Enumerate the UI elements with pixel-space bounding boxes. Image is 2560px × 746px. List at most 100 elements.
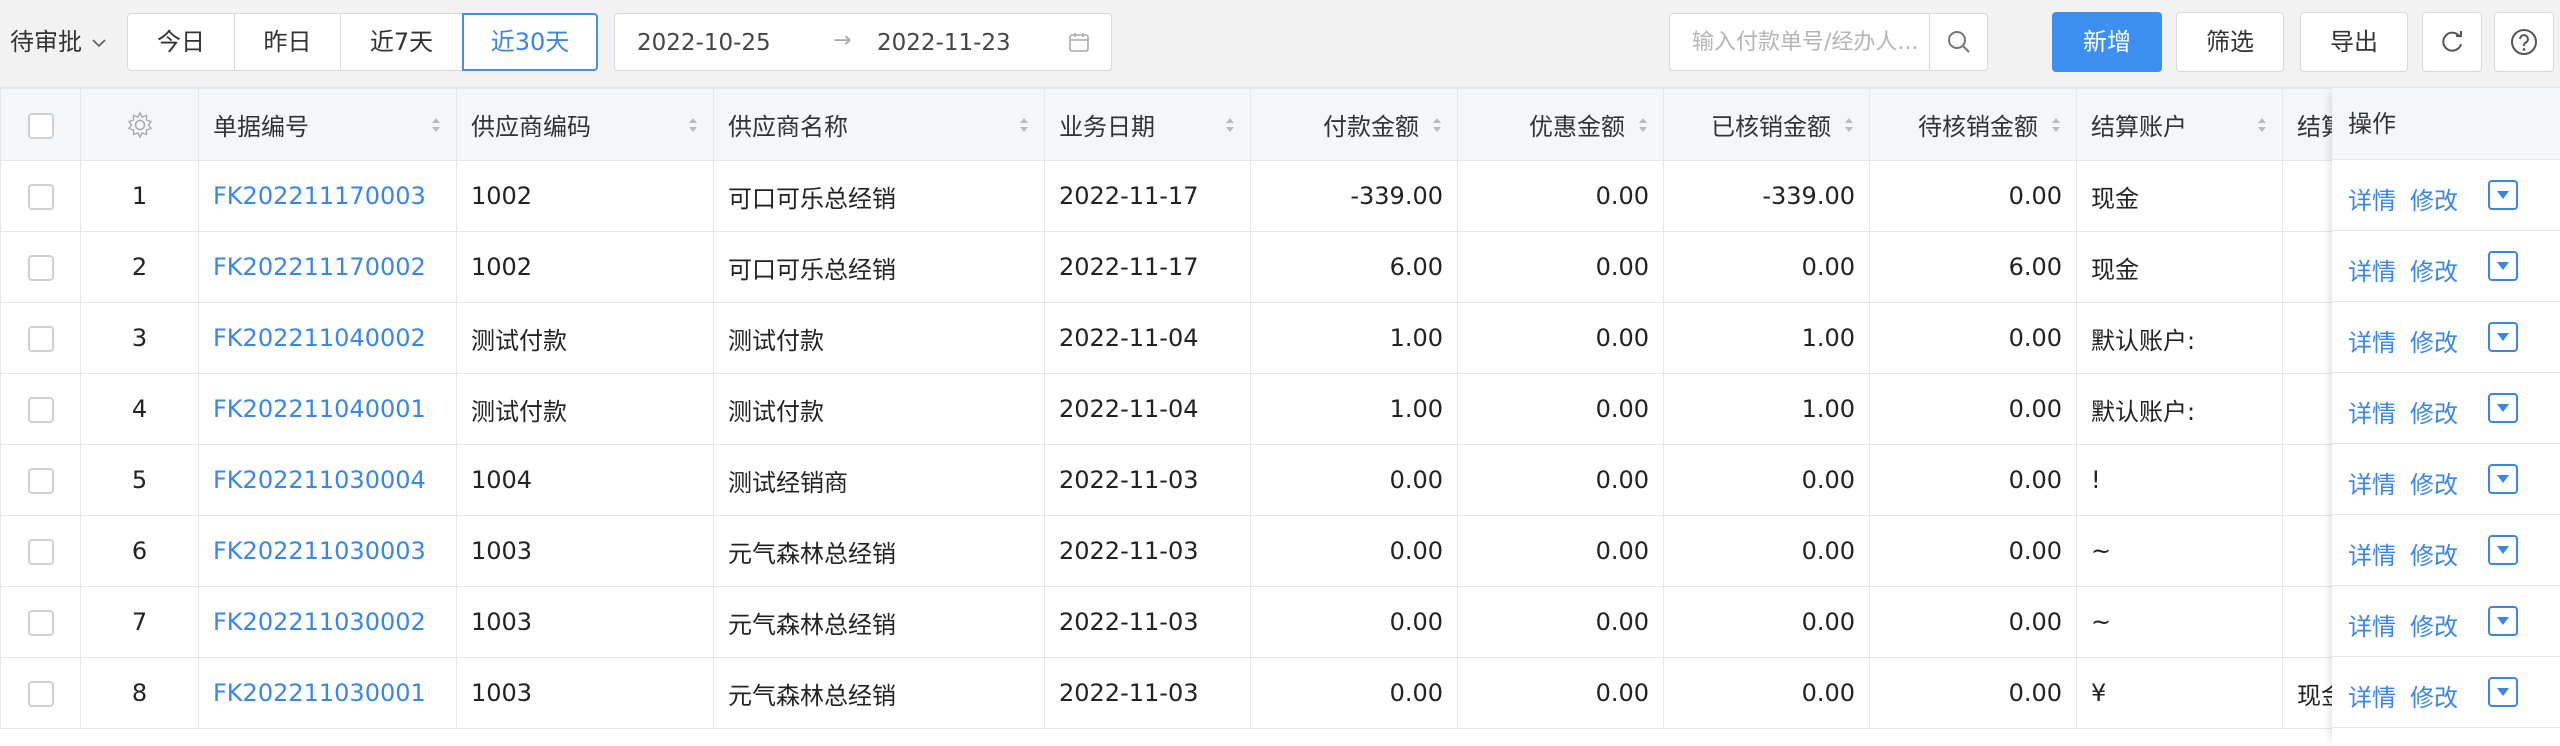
header-select-all[interactable]: [0, 88, 81, 161]
row-checkbox[interactable]: [27, 326, 54, 352]
column-header-account2[interactable]: 结算方式: [2282, 88, 2333, 161]
cell-pay-amount: 0.00: [1250, 444, 1458, 516]
edit-link[interactable]: 修改: [2410, 323, 2458, 358]
gear-icon[interactable]: [125, 110, 155, 140]
cell-pay-amount: -339.00: [1250, 160, 1458, 232]
date-range-picker[interactable]: 2022-10-25 → 2022-11-23: [614, 13, 1112, 71]
search-button[interactable]: [1929, 14, 1987, 70]
table-row: 8 FK202211030001 1003 元气森林总经销 2022-11-03 0.00…: [0, 657, 2333, 729]
table-row: 7 FK202211030002 1003 元气森林总经销 2022-11-03 0.00…: [0, 586, 2333, 658]
edit-link[interactable]: 修改: [2410, 678, 2458, 713]
edit-link[interactable]: 修改: [2410, 465, 2458, 500]
tab-last-30-days[interactable]: 近30天: [462, 13, 598, 71]
cell-doc-no[interactable]: FK202211030002: [198, 586, 457, 658]
column-label: 供应商编码: [471, 113, 591, 141]
cell-written-off: 0.00: [1663, 515, 1870, 587]
cell-doc-no[interactable]: FK202211170002: [198, 231, 457, 303]
column-header-pay-amount[interactable]: 付款金额: [1250, 88, 1458, 161]
tab-last-7-days[interactable]: 近7天: [340, 13, 463, 71]
column-header-biz-date[interactable]: 业务日期: [1044, 88, 1251, 161]
table-row: 5 FK202211030004 1004 测试经销商 2022-11-03 0.00 0.…: [0, 444, 2333, 516]
edit-link[interactable]: 修改: [2410, 252, 2458, 287]
cell-supplier-name: 测试付款: [713, 302, 1045, 374]
detail-link[interactable]: 详情: [2348, 252, 2396, 287]
column-header-account[interactable]: 结算账户: [2076, 88, 2283, 161]
row-checkbox[interactable]: [27, 397, 54, 423]
cell-doc-no[interactable]: FK202211040002: [198, 302, 457, 374]
table-body: 1 FK202211170003 1002 可口可乐总经销 2022-11-17 -339…: [0, 160, 2333, 729]
tab-yesterday[interactable]: 昨日: [234, 13, 341, 71]
cell-supplier-name: 可口可乐总经销: [713, 231, 1045, 303]
column-header-discount[interactable]: 优惠金额: [1457, 88, 1664, 161]
sort-icon[interactable]: [2050, 115, 2062, 135]
row-checkbox[interactable]: [27, 255, 54, 281]
sort-icon[interactable]: [430, 115, 442, 135]
sort-icon[interactable]: [1018, 115, 1030, 135]
export-button[interactable]: 导出: [2300, 12, 2408, 72]
column-header-doc-no[interactable]: 单据编号: [198, 88, 457, 161]
sort-icon[interactable]: [687, 115, 699, 135]
row-checkbox[interactable]: [27, 539, 54, 565]
column-header-pending[interactable]: 待核销金额: [1869, 88, 2077, 161]
more-actions-dropdown[interactable]: [2488, 677, 2518, 707]
operations-row: 详情 修改: [2332, 302, 2560, 373]
row-select-cell[interactable]: [0, 444, 81, 516]
row-select-cell[interactable]: [0, 302, 81, 374]
date-start: 2022-10-25: [637, 30, 771, 56]
help-button[interactable]: [2494, 12, 2554, 72]
cell-doc-no[interactable]: FK202211170003: [198, 160, 457, 232]
detail-link[interactable]: 详情: [2348, 323, 2396, 358]
tab-today[interactable]: 今日: [127, 13, 235, 71]
cell-account2: [2282, 373, 2333, 445]
sort-icon[interactable]: [1431, 115, 1443, 135]
column-header-supplier-code[interactable]: 供应商编码: [456, 88, 714, 161]
row-select-cell[interactable]: [0, 586, 81, 658]
row-checkbox[interactable]: [27, 184, 54, 210]
cell-doc-no[interactable]: FK202211030003: [198, 515, 457, 587]
more-actions-dropdown[interactable]: [2488, 464, 2518, 494]
edit-link[interactable]: 修改: [2410, 607, 2458, 642]
row-select-cell[interactable]: [0, 515, 81, 587]
select-all-checkbox[interactable]: [27, 112, 54, 139]
new-button[interactable]: 新增: [2052, 12, 2162, 72]
sort-icon[interactable]: [1224, 115, 1236, 135]
detail-link[interactable]: 详情: [2348, 465, 2396, 500]
more-actions-dropdown[interactable]: [2488, 322, 2518, 352]
column-header-written-off[interactable]: 已核销金额: [1663, 88, 1870, 161]
row-select-cell[interactable]: [0, 160, 81, 232]
more-actions-dropdown[interactable]: [2488, 180, 2518, 210]
cell-pending: 0.00: [1869, 657, 2077, 729]
status-filter-select[interactable]: 待审批: [10, 18, 108, 66]
column-label: 结算方式: [2297, 113, 2332, 141]
sort-icon[interactable]: [1843, 115, 1855, 135]
cell-account: 默认账户:: [2076, 373, 2283, 445]
detail-link[interactable]: 详情: [2348, 536, 2396, 571]
more-actions-dropdown[interactable]: [2488, 535, 2518, 565]
search-input[interactable]: [1670, 14, 1930, 70]
sort-icon[interactable]: [1637, 115, 1649, 135]
filter-button[interactable]: 筛选: [2176, 12, 2284, 72]
detail-link[interactable]: 详情: [2348, 181, 2396, 216]
more-actions-dropdown[interactable]: [2488, 393, 2518, 423]
edit-link[interactable]: 修改: [2410, 394, 2458, 429]
edit-link[interactable]: 修改: [2410, 181, 2458, 216]
detail-link[interactable]: 详情: [2348, 607, 2396, 642]
row-select-cell[interactable]: [0, 373, 81, 445]
row-select-cell[interactable]: [0, 231, 81, 303]
detail-link[interactable]: 详情: [2348, 394, 2396, 429]
edit-link[interactable]: 修改: [2410, 536, 2458, 571]
row-checkbox[interactable]: [27, 610, 54, 636]
sort-icon[interactable]: [2256, 115, 2268, 135]
row-checkbox[interactable]: [27, 681, 54, 707]
cell-doc-no[interactable]: FK202211040001: [198, 373, 457, 445]
refresh-button[interactable]: [2422, 12, 2482, 72]
header-settings[interactable]: [80, 88, 199, 161]
more-actions-dropdown[interactable]: [2488, 606, 2518, 636]
detail-link[interactable]: 详情: [2348, 678, 2396, 713]
cell-doc-no[interactable]: FK202211030004: [198, 444, 457, 516]
cell-doc-no[interactable]: FK202211030001: [198, 657, 457, 729]
more-actions-dropdown[interactable]: [2488, 251, 2518, 281]
row-checkbox[interactable]: [27, 468, 54, 494]
row-select-cell[interactable]: [0, 657, 81, 729]
column-header-supplier-name[interactable]: 供应商名称: [713, 88, 1045, 161]
